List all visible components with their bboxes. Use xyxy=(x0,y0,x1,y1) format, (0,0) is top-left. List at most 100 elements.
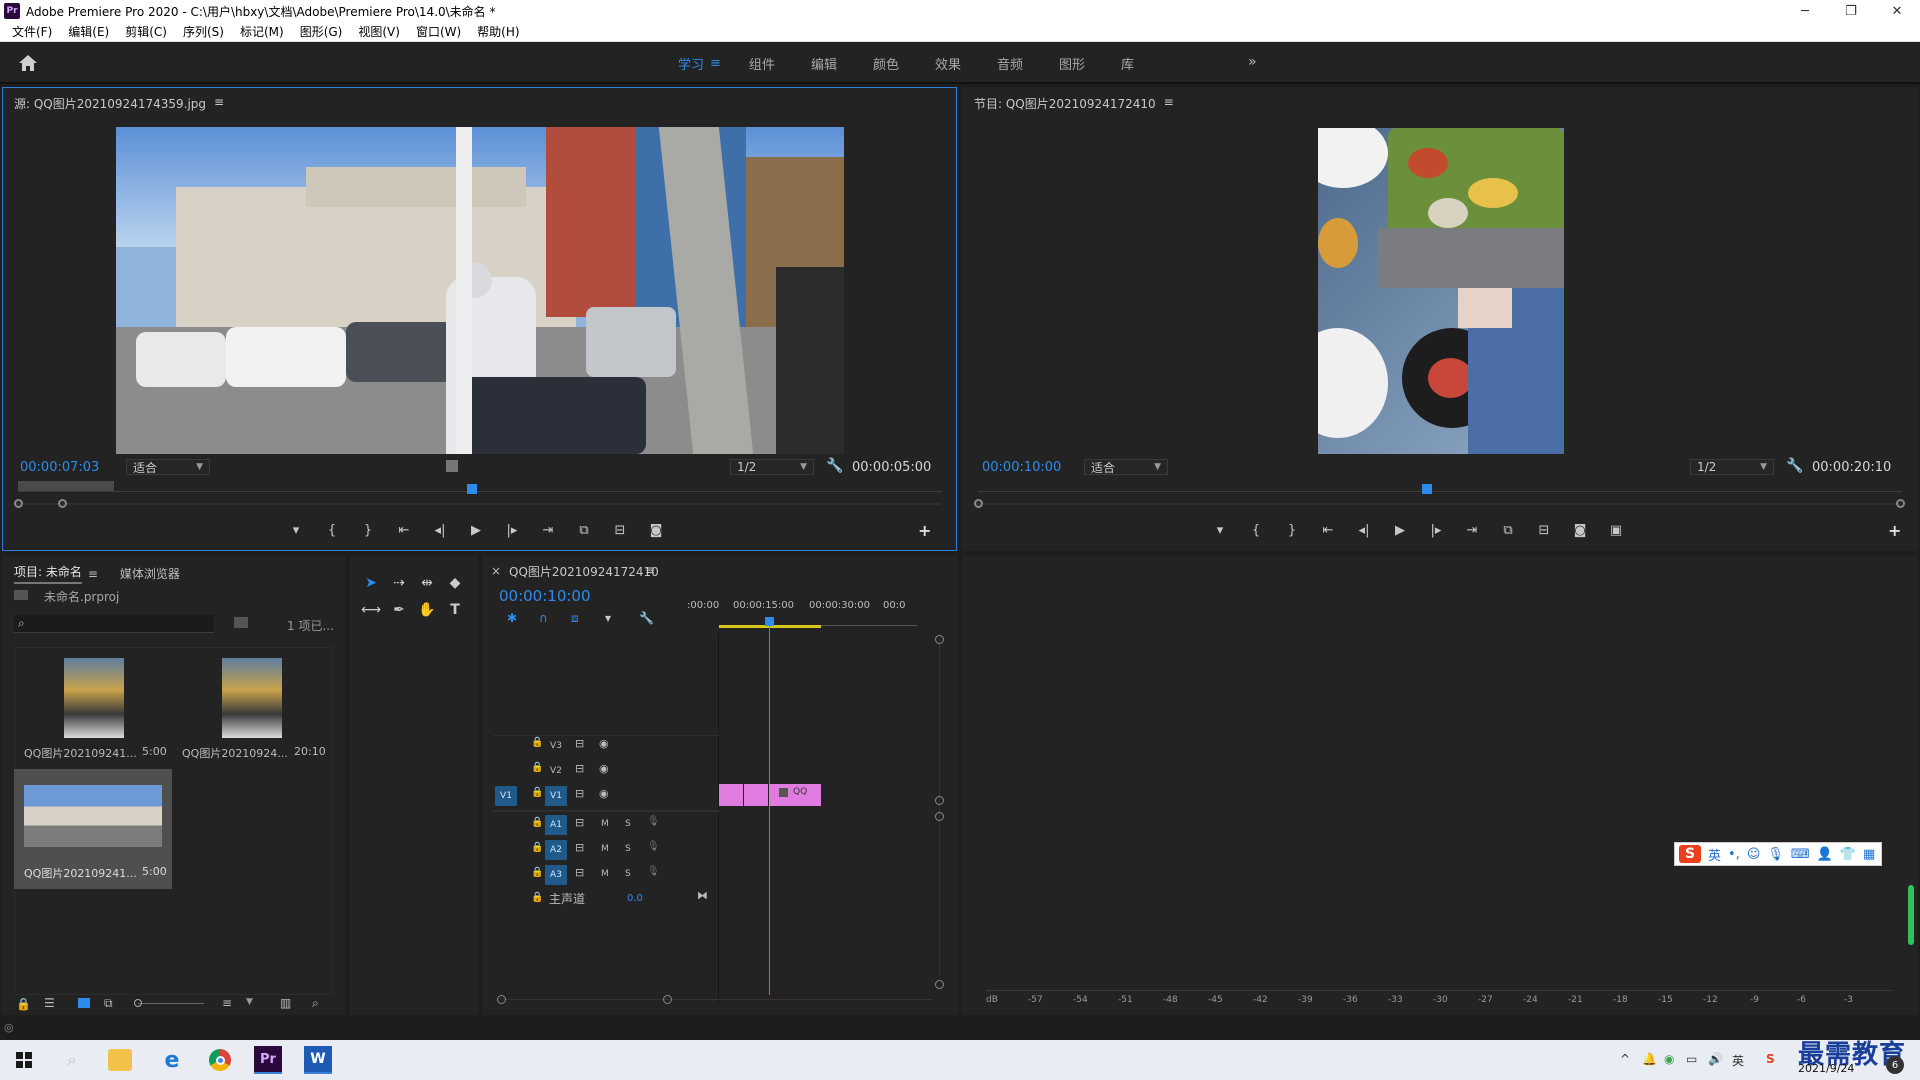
microphone-icon[interactable]: 🎙 xyxy=(647,816,660,827)
go-to-in-icon[interactable]: ⇤ xyxy=(386,523,422,538)
mark-out-icon[interactable]: } xyxy=(1274,523,1310,538)
track-v1[interactable]: V1 xyxy=(545,786,567,806)
wrench-icon[interactable]: 🔧 xyxy=(1786,458,1803,474)
overwrite-icon[interactable]: ⊟ xyxy=(602,523,638,538)
volume-icon[interactable]: 🔊 xyxy=(1708,1052,1723,1066)
hand-tool-icon[interactable]: ✋ xyxy=(416,599,438,621)
track-a1[interactable]: A1 xyxy=(545,815,567,835)
slip-tool-icon[interactable]: ⟷ xyxy=(360,599,382,621)
program-ruler[interactable] xyxy=(978,491,1902,492)
workspace-tab-color[interactable]: 颜色 xyxy=(873,54,899,73)
play-icon[interactable]: ▶ xyxy=(1382,523,1418,538)
sync-lock-icon[interactable]: ⊟ xyxy=(575,866,584,879)
microphone-icon[interactable]: 🎙 xyxy=(1767,847,1784,862)
lock-icon[interactable]: 🔒 xyxy=(531,737,543,748)
camera-icon[interactable]: ◙ xyxy=(1562,523,1598,538)
mark-out-icon[interactable]: } xyxy=(350,523,386,538)
wrench-icon[interactable]: 🔧 xyxy=(639,611,654,625)
workspace-tab-editing[interactable]: 编辑 xyxy=(811,54,837,73)
step-forward-icon[interactable]: |▸ xyxy=(494,523,530,538)
scroll-handle[interactable] xyxy=(935,980,944,989)
snap-icon[interactable]: ∩ xyxy=(539,611,548,625)
source-resolution-dropdown[interactable]: 1/2 ▼ xyxy=(730,459,814,475)
source-timecode[interactable]: 00:00:07:03 xyxy=(20,460,99,475)
sync-lock-icon[interactable]: ⊟ xyxy=(575,737,584,750)
notification-bell-icon[interactable]: 🔔 xyxy=(1642,1052,1657,1066)
mark-in-icon[interactable]: { xyxy=(1238,523,1274,538)
menu-file[interactable]: 文件(F) xyxy=(4,23,60,40)
sogou-tray-icon[interactable]: S xyxy=(1766,1052,1775,1066)
home-icon[interactable] xyxy=(18,54,38,72)
tab-project[interactable]: 项目: 未命名 xyxy=(14,563,82,584)
menu-sequence[interactable]: 序列(S) xyxy=(175,23,232,40)
workspace-more-icon[interactable]: » xyxy=(1248,54,1257,70)
project-item-name[interactable]: QQ图片20210924... xyxy=(182,745,288,761)
ime-language-toggle[interactable]: 英 xyxy=(1708,845,1721,864)
menu-window[interactable]: 窗口(W) xyxy=(408,23,469,40)
master-volume-value[interactable]: 0.0 xyxy=(627,893,643,904)
menu-markers[interactable]: 标记(M) xyxy=(232,23,292,40)
mute-button[interactable]: M xyxy=(601,869,609,879)
word-taskbar-icon[interactable]: W xyxy=(304,1046,332,1074)
sync-lock-icon[interactable]: ⊟ xyxy=(575,787,584,800)
lock-icon[interactable]: 🔒 xyxy=(531,762,543,773)
zoom-scrollbar[interactable] xyxy=(16,503,940,505)
horizontal-scrollbar[interactable] xyxy=(503,999,933,1000)
premiere-taskbar-icon[interactable]: Pr xyxy=(254,1046,282,1074)
zoom-slider[interactable] xyxy=(138,1003,204,1004)
zoom-scrollbar[interactable] xyxy=(976,503,1900,505)
user-icon[interactable]: 👤 xyxy=(1817,847,1833,862)
program-timecode[interactable]: 00:00:10:00 xyxy=(982,460,1061,475)
compare-view-icon[interactable]: ▣ xyxy=(1598,523,1634,538)
minimize-button[interactable]: ─ xyxy=(1782,0,1828,22)
button-editor-plus-icon[interactable]: + xyxy=(1888,521,1901,540)
eye-icon[interactable]: ◉ xyxy=(599,762,609,775)
solo-button[interactable]: S xyxy=(625,819,631,829)
lock-icon[interactable]: 🔒 xyxy=(531,817,543,828)
sogou-logo-icon[interactable]: S xyxy=(1679,845,1701,863)
ripple-edit-tool-icon[interactable]: ⇹ xyxy=(416,572,438,594)
type-tool-icon[interactable]: T xyxy=(444,599,466,621)
zoom-slider-handle[interactable] xyxy=(134,999,142,1007)
skin-icon[interactable]: 👕 xyxy=(1840,847,1856,862)
file-explorer-icon[interactable] xyxy=(108,1049,132,1071)
program-playhead[interactable] xyxy=(1422,484,1432,494)
play-icon[interactable]: ▶ xyxy=(458,523,494,538)
project-item-thumbnail[interactable] xyxy=(24,785,162,847)
go-to-out-icon[interactable]: ⇥ xyxy=(530,523,566,538)
program-fit-dropdown[interactable]: 适合 ▼ xyxy=(1084,459,1168,475)
panel-menu-icon[interactable]: ≡ xyxy=(1164,95,1174,112)
emoji-icon[interactable]: ☺ xyxy=(1747,847,1761,862)
settings-menu-icon[interactable] xyxy=(446,460,458,472)
insert-icon[interactable]: ⧉ xyxy=(566,523,602,538)
timeline-clip[interactable] xyxy=(719,784,743,806)
add-marker-icon[interactable]: ▾ xyxy=(605,611,611,625)
search-icon[interactable]: ⌕ xyxy=(58,1046,86,1074)
zoom-handle-left[interactable] xyxy=(974,499,983,508)
workspace-tab-graphics[interactable]: 图形 xyxy=(1059,54,1085,73)
project-search-input[interactable]: ⌕ xyxy=(14,615,214,633)
eye-icon[interactable]: ◉ xyxy=(599,737,609,750)
mark-in-icon[interactable]: { xyxy=(314,523,350,538)
track-a3[interactable]: A3 xyxy=(545,865,567,885)
mute-button[interactable]: M xyxy=(601,819,609,829)
source-monitor-title[interactable]: 源: QQ图片20210924174359.jpg xyxy=(14,95,206,112)
vertical-scrollbar[interactable] xyxy=(939,639,940,975)
timeline-clip[interactable]: QQ xyxy=(769,784,821,806)
zoom-handle-right[interactable] xyxy=(1896,499,1905,508)
sync-lock-icon[interactable]: ⊟ xyxy=(575,816,584,829)
go-to-out-icon[interactable]: ⇥ xyxy=(1454,523,1490,538)
selection-tool-icon[interactable]: ➤ xyxy=(360,572,382,594)
workspace-tab-learn[interactable]: 学习 xyxy=(678,54,704,73)
taskbar-date[interactable]: 2021/9/24 xyxy=(1798,1062,1854,1075)
scroll-handle[interactable] xyxy=(497,995,506,1004)
chevron-down-icon[interactable]: ▼ xyxy=(246,997,253,1007)
source-ruler[interactable] xyxy=(18,491,942,492)
action-center-badge[interactable]: 6 xyxy=(1886,1056,1904,1074)
project-item-name[interactable]: QQ图片202109241... xyxy=(24,865,137,881)
close-button[interactable]: ✕ xyxy=(1874,0,1920,22)
edge-browser-icon[interactable]: e xyxy=(158,1046,186,1074)
sync-lock-icon[interactable]: ⊟ xyxy=(575,762,584,775)
pen-tool-icon[interactable]: ✒ xyxy=(388,599,410,621)
program-monitor-title[interactable]: 节目: QQ图片20210924172410 xyxy=(974,95,1156,112)
